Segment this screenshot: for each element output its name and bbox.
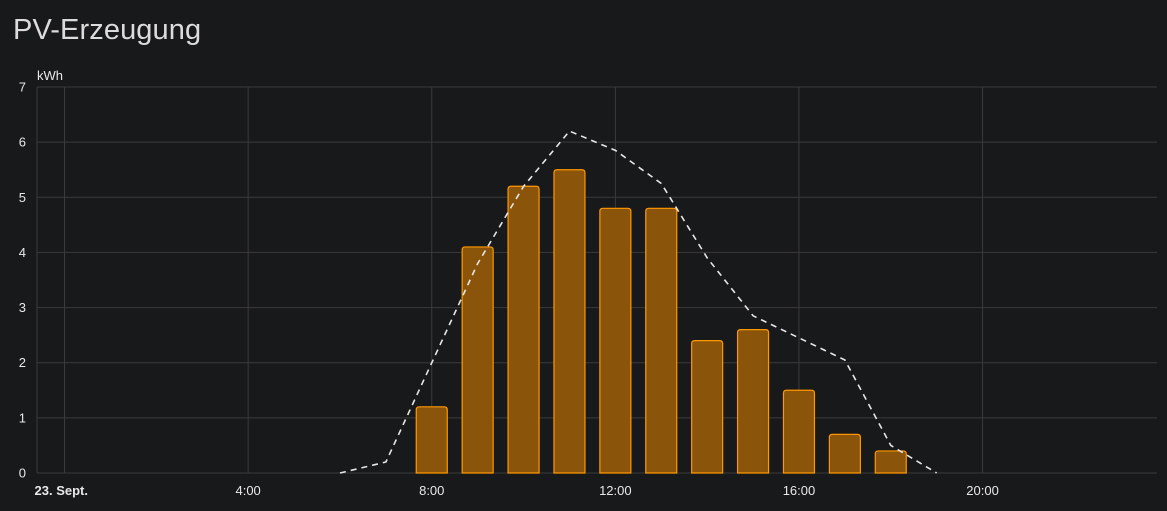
- production-bar[interactable]: [874, 450, 907, 474]
- y-tick-label: 4: [19, 245, 26, 260]
- production-bar[interactable]: [645, 207, 678, 474]
- production-bar[interactable]: [507, 185, 540, 474]
- x-tick-label: 23. Sept.: [35, 483, 88, 498]
- production-bar[interactable]: [782, 389, 816, 474]
- production-bar[interactable]: [461, 246, 494, 474]
- x-tick-label: 4:00: [235, 483, 260, 498]
- production-bar[interactable]: [691, 340, 724, 474]
- pv-production-card: PV-Erzeugung 0 1 2 3 4 5 6 7 23. Sept. 4:00 8:00 12…: [0, 0, 1167, 511]
- y-tick-label: 2: [19, 355, 26, 370]
- y-tick-label: 5: [19, 190, 26, 205]
- y-tick-label: 3: [19, 300, 26, 315]
- production-bar[interactable]: [415, 406, 448, 474]
- production-bar[interactable]: [599, 207, 632, 474]
- pv-production-chart[interactable]: 0 1 2 3 4 5 6 7 23. Sept. 4:00 8:00 12:00 16:00 20:00…: [0, 0, 1167, 511]
- y-tick-label: 7: [19, 80, 26, 95]
- production-bar[interactable]: [736, 329, 770, 474]
- x-tick-label: 20:00: [966, 483, 999, 498]
- production-bar[interactable]: [553, 169, 586, 474]
- x-tick-label: 16:00: [783, 483, 816, 498]
- x-tick-label: 12:00: [599, 483, 632, 498]
- y-tick-label: 0: [19, 466, 26, 481]
- y-tick-label: 1: [19, 410, 26, 425]
- y-tick-label: 6: [19, 135, 26, 150]
- y-axis-unit-label: kWh: [37, 68, 63, 83]
- production-bar[interactable]: [828, 433, 861, 474]
- x-tick-label: 8:00: [419, 483, 444, 498]
